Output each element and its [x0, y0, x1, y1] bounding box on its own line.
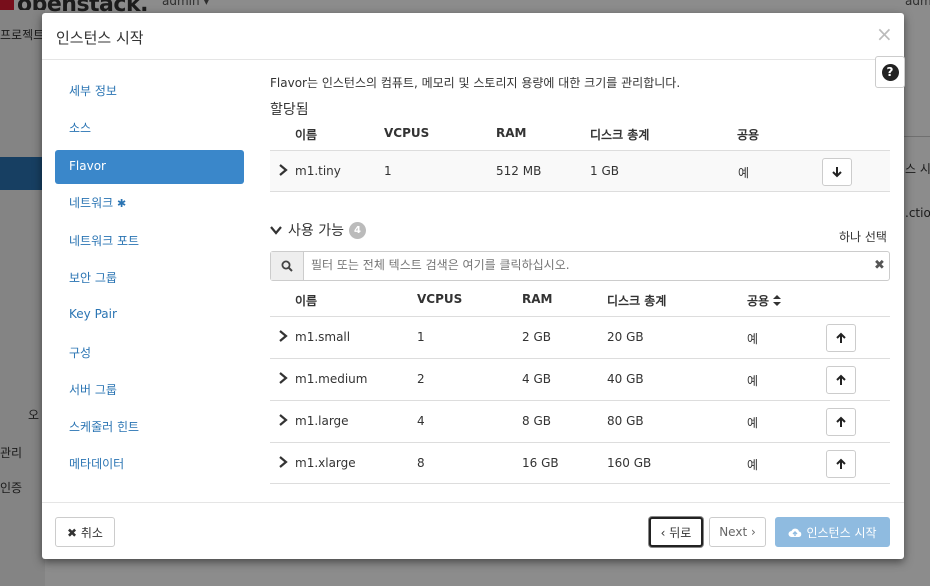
nav-item-flavor[interactable]: Flavor	[55, 150, 244, 184]
launch-instance-modal: 인스턴스 시작 × ? 세부 정보 소스 Flavor 네트워크 ✱ 네트워크 …	[42, 13, 905, 559]
flavor-disk: 20 GB	[607, 330, 644, 344]
chevron-right-icon[interactable]	[278, 372, 288, 384]
nav-item-details[interactable]: 세부 정보	[55, 73, 244, 107]
flavor-ram: 8 GB	[522, 414, 551, 428]
search-bar[interactable]: ✖	[270, 251, 890, 281]
col-name[interactable]: 이름	[295, 292, 317, 309]
search-icon	[281, 260, 293, 272]
col-vcpus[interactable]: VCPUS	[417, 292, 462, 306]
flavor-name: m1.large	[295, 414, 349, 428]
arrow-up-icon	[836, 374, 846, 385]
allocate-button[interactable]	[826, 324, 856, 352]
chevron-right-icon[interactable]	[278, 456, 288, 468]
clear-icon[interactable]: ✖	[874, 258, 885, 273]
allocated-heading: 할당됨	[270, 102, 309, 118]
sort-icon	[773, 295, 782, 306]
nav-item-metadata[interactable]: 메타데이터	[55, 446, 244, 480]
flavor-ram: 16 GB	[522, 456, 559, 470]
select-one-label: 하나 선택	[839, 230, 887, 244]
col-public: 공용	[747, 294, 770, 308]
available-title: 사용 가능	[288, 223, 344, 239]
flavor-public: 예	[747, 458, 759, 472]
flavor-name: m1.small	[295, 330, 351, 344]
next-button[interactable]: Next ›	[709, 517, 766, 547]
col-name: 이름	[295, 128, 318, 142]
table-row[interactable]: m1.medium 2 4 GB 40 GB 예	[270, 358, 890, 400]
flavor-vcpus: 8	[417, 456, 425, 470]
table-row[interactable]: m1.xlarge 8 16 GB 160 GB 예	[270, 442, 890, 484]
modal-title: 인스턴스 시작	[56, 29, 144, 47]
flavor-public: 예	[738, 166, 750, 180]
chevron-right-icon[interactable]	[278, 164, 288, 176]
col-vcpus: VCPUS	[384, 126, 430, 140]
col-public-sortable[interactable]: 공용	[747, 292, 782, 309]
allocate-button[interactable]	[826, 408, 856, 436]
available-heading[interactable]: 사용 가능 4	[270, 220, 366, 240]
required-icon: ✱	[117, 197, 127, 210]
chevron-down-icon[interactable]	[270, 225, 282, 235]
flavor-name: m1.medium	[295, 372, 368, 386]
flavor-vcpus: 1	[417, 330, 425, 344]
question-icon: ?	[881, 63, 899, 81]
allocate-button[interactable]	[826, 450, 856, 478]
available-count-badge: 4	[348, 221, 366, 239]
deallocate-button[interactable]	[822, 158, 852, 186]
col-disk: 디스크 총계	[590, 128, 650, 142]
arrow-up-icon	[836, 332, 846, 343]
table-row[interactable]: m1.tiny 1 512 MB 1 GB 예	[270, 150, 890, 192]
col-public: 공용	[737, 128, 760, 142]
available-table-header: 이름 VCPUS RAM 디스크 총계 공용	[270, 292, 890, 312]
cancel-button[interactable]: ✖ 취소	[55, 517, 115, 547]
flavor-disk: 1 GB	[590, 164, 619, 178]
allocate-button[interactable]	[826, 366, 856, 394]
col-ram: RAM	[496, 126, 527, 140]
nav-item-security-groups[interactable]: 보안 그룹	[55, 260, 244, 294]
flavor-intro: Flavor는 인스턴스의 컴퓨트, 메모리 및 스토리지 용량에 대한 크기를…	[270, 76, 681, 90]
flavor-vcpus: 4	[417, 414, 425, 428]
table-row[interactable]: m1.large 4 8 GB 80 GB 예	[270, 400, 890, 442]
modal-header: 인스턴스 시작 ×	[42, 13, 904, 60]
chevron-right-icon[interactable]	[278, 414, 288, 426]
flavor-name: m1.tiny	[295, 164, 341, 178]
nav-item-label: 네트워크	[69, 196, 114, 210]
nav-item-network-ports[interactable]: 네트워크 포트	[55, 223, 244, 257]
nav-item-configuration[interactable]: 구성	[55, 335, 244, 369]
col-ram[interactable]: RAM	[522, 292, 552, 306]
nav-item-source[interactable]: 소스	[55, 110, 244, 144]
close-icon[interactable]: ×	[876, 24, 893, 44]
flavor-vcpus: 1	[384, 164, 392, 178]
flavor-public: 예	[747, 416, 759, 430]
flavor-vcpus: 2	[417, 372, 425, 386]
search-addon	[271, 252, 304, 280]
flavor-public: 예	[747, 374, 759, 388]
nav-item-scheduler-hints[interactable]: 스케줄러 힌트	[55, 409, 244, 443]
back-button[interactable]: ‹ 뒤로	[649, 517, 703, 547]
help-button[interactable]: ?	[875, 56, 905, 88]
nav-item-networks[interactable]: 네트워크 ✱	[55, 185, 244, 219]
col-disk[interactable]: 디스크 총계	[607, 292, 666, 309]
cloud-upload-icon	[788, 528, 802, 537]
nav-item-server-groups[interactable]: 서버 그룹	[55, 372, 244, 406]
flavor-disk: 40 GB	[607, 372, 644, 386]
flavor-public: 예	[747, 332, 759, 346]
arrow-up-icon	[836, 458, 846, 469]
modal-footer: ✖ 취소 ‹ 뒤로 Next › 인스턴스 시작	[42, 502, 904, 559]
allocated-table-header: 이름 VCPUS RAM 디스크 총계 공용	[270, 126, 890, 146]
flavor-disk: 80 GB	[607, 414, 644, 428]
flavor-name: m1.xlarge	[295, 456, 356, 470]
launch-instance-button[interactable]: 인스턴스 시작	[775, 517, 890, 547]
flavor-disk: 160 GB	[607, 456, 652, 470]
launch-instance-label: 인스턴스 시작	[806, 525, 877, 540]
search-input[interactable]	[311, 258, 851, 272]
arrow-down-icon	[832, 167, 842, 178]
flavor-ram: 2 GB	[522, 330, 551, 344]
flavor-ram: 4 GB	[522, 372, 551, 386]
arrow-up-icon	[836, 416, 846, 427]
flavor-ram: 512 MB	[496, 164, 542, 178]
table-row[interactable]: m1.small 1 2 GB 20 GB 예	[270, 316, 890, 358]
chevron-right-icon[interactable]	[278, 330, 288, 342]
nav-item-key-pair[interactable]: Key Pair	[55, 298, 244, 332]
